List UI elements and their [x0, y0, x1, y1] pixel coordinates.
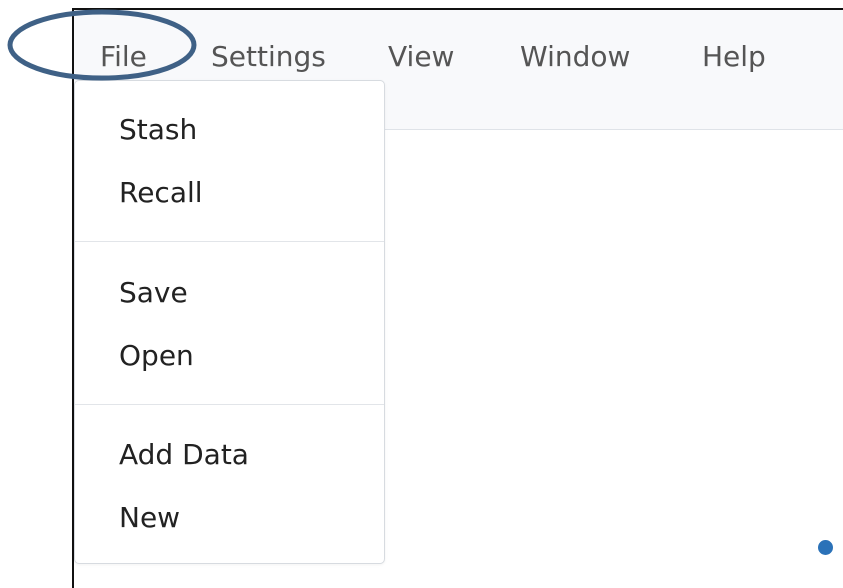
menu-window[interactable]: Window [520, 37, 630, 77]
file-dropdown-menu: Stash Recall Save Open Add Data New [74, 80, 385, 564]
menu-item-stash[interactable]: Stash [119, 107, 197, 153]
menu-file[interactable]: File [100, 37, 147, 77]
menu-view[interactable]: View [388, 37, 454, 77]
screenshot-page: File Settings View Window Help Stash Rec… [0, 0, 843, 588]
menu-item-new[interactable]: New [119, 495, 180, 541]
menu-item-recall[interactable]: Recall [119, 170, 203, 216]
status-dot [818, 540, 833, 555]
menu-divider [75, 404, 384, 405]
menu-help[interactable]: Help [702, 37, 766, 77]
menu-item-add-data[interactable]: Add Data [119, 432, 249, 478]
menu-item-open[interactable]: Open [119, 333, 194, 379]
menu-divider [75, 241, 384, 242]
menu-item-save[interactable]: Save [119, 270, 188, 316]
menu-settings[interactable]: Settings [211, 37, 326, 77]
